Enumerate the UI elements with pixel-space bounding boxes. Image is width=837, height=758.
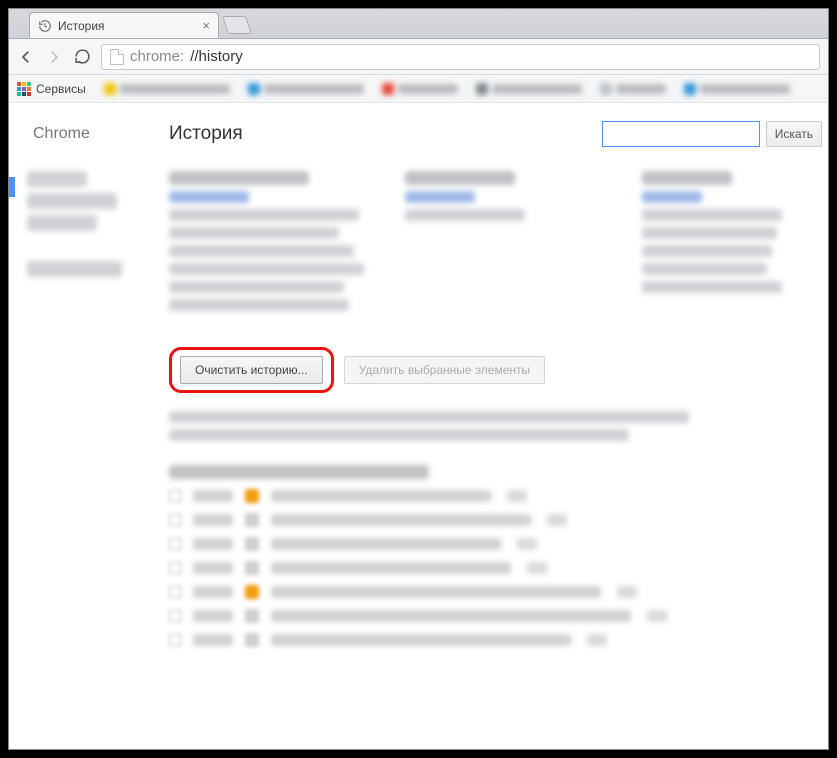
apps-shortcut[interactable]: Сервисы xyxy=(17,82,86,96)
history-entry[interactable] xyxy=(169,585,818,599)
search-input[interactable] xyxy=(602,121,760,147)
clear-history-button[interactable]: Очистить историю... xyxy=(180,356,323,384)
history-entry[interactable] xyxy=(169,561,818,575)
search-button[interactable]: Искать xyxy=(766,121,822,147)
checkbox[interactable] xyxy=(169,514,181,526)
tab-title: История xyxy=(58,19,105,33)
bookmark-item[interactable] xyxy=(600,82,666,96)
apps-icon xyxy=(17,82,31,96)
favicon xyxy=(245,561,259,575)
history-icon xyxy=(38,19,52,33)
bookmark-item[interactable] xyxy=(104,82,230,96)
url-path: //history xyxy=(190,48,243,65)
forward-icon[interactable] xyxy=(45,48,63,66)
history-entry[interactable] xyxy=(169,489,818,503)
close-icon[interactable]: × xyxy=(202,19,210,32)
toolbar: chrome: //history xyxy=(9,39,828,75)
browser-window: История × chrome: //history Сервисы xyxy=(8,8,829,750)
history-actions: Очистить историю... Удалить выбранные эл… xyxy=(169,347,818,393)
sync-info xyxy=(169,411,818,441)
date-heading xyxy=(169,465,429,479)
page-title: История xyxy=(169,123,243,145)
other-devices xyxy=(169,165,818,317)
sidebar-item[interactable] xyxy=(27,215,97,231)
favicon xyxy=(245,489,259,503)
checkbox[interactable] xyxy=(169,634,181,646)
sidebar-item[interactable] xyxy=(27,171,87,187)
favicon xyxy=(245,513,259,527)
favicon xyxy=(245,633,259,647)
history-entry[interactable] xyxy=(169,513,818,527)
checkbox[interactable] xyxy=(169,610,181,622)
checkbox[interactable] xyxy=(169,490,181,502)
checkbox[interactable] xyxy=(169,586,181,598)
bookmarks-bar: Сервисы xyxy=(9,75,828,103)
back-icon[interactable] xyxy=(17,48,35,66)
tab-strip: История × xyxy=(9,9,828,39)
favicon xyxy=(245,537,259,551)
highlight-annotation: Очистить историю... xyxy=(169,347,334,393)
new-tab-button[interactable] xyxy=(222,16,252,34)
history-entry[interactable] xyxy=(169,609,818,623)
checkbox[interactable] xyxy=(169,562,181,574)
page-header: Chrome История Искать xyxy=(9,103,828,161)
history-entry[interactable] xyxy=(169,633,818,647)
bookmark-item[interactable] xyxy=(476,82,582,96)
favicon xyxy=(245,585,259,599)
active-indicator xyxy=(9,177,15,197)
sidebar xyxy=(9,161,169,657)
address-bar[interactable]: chrome: //history xyxy=(101,44,820,70)
bookmark-item[interactable] xyxy=(248,82,364,96)
brand-label: Chrome xyxy=(9,125,169,143)
bookmark-item[interactable] xyxy=(684,82,790,96)
main-panel: Очистить историю... Удалить выбранные эл… xyxy=(169,161,828,657)
url-scheme: chrome: xyxy=(130,48,184,65)
page-icon xyxy=(110,49,124,65)
bookmark-item[interactable] xyxy=(382,82,458,96)
tab-history[interactable]: История × xyxy=(29,12,219,38)
history-entry[interactable] xyxy=(169,537,818,551)
favicon xyxy=(245,609,259,623)
checkbox[interactable] xyxy=(169,538,181,550)
apps-label: Сервисы xyxy=(36,82,86,96)
delete-selected-button[interactable]: Удалить выбранные элементы xyxy=(344,356,545,384)
sidebar-item[interactable] xyxy=(27,193,117,209)
reload-icon[interactable] xyxy=(73,48,91,66)
sidebar-item[interactable] xyxy=(27,261,122,277)
page-content: Chrome История Искать xyxy=(9,103,828,749)
